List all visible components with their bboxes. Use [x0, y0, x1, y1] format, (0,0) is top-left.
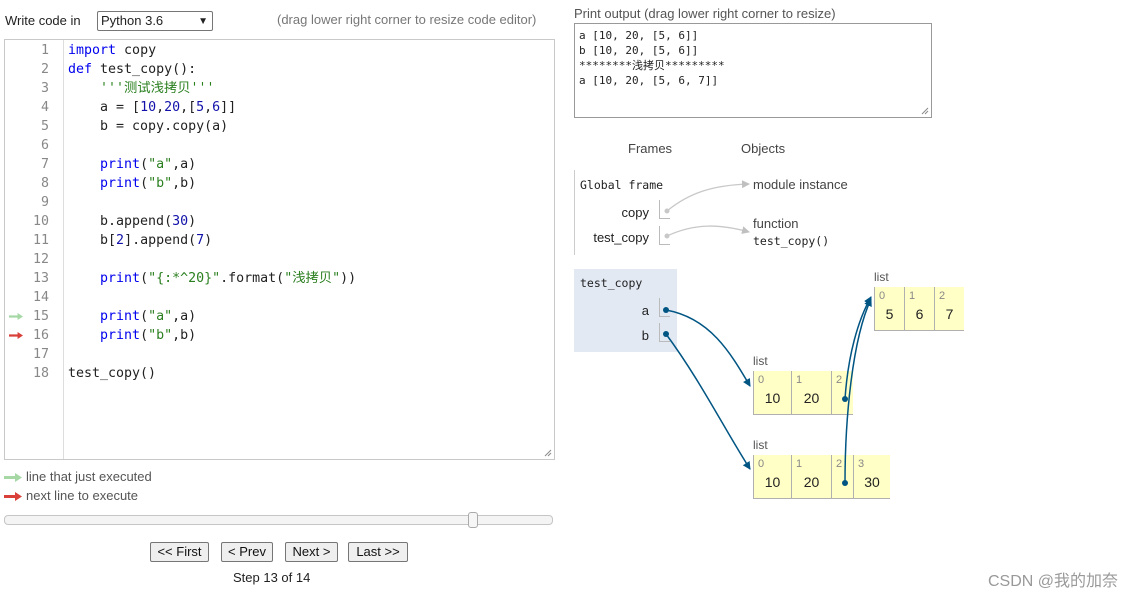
watermark: CSDN @我的加奈	[987, 573, 1118, 590]
frame-pointers	[663, 307, 751, 470]
list-pointers	[842, 296, 872, 486]
copy-to-module-arrow	[666, 180, 750, 212]
b-to-list-arrow	[665, 333, 751, 470]
global-pointers	[664, 180, 750, 239]
pointer-layer	[663, 180, 872, 486]
a-item2-to-inner-arrow	[844, 296, 872, 400]
test-copy-to-function-arrow	[666, 225, 750, 237]
a-to-list-arrow	[665, 309, 751, 387]
